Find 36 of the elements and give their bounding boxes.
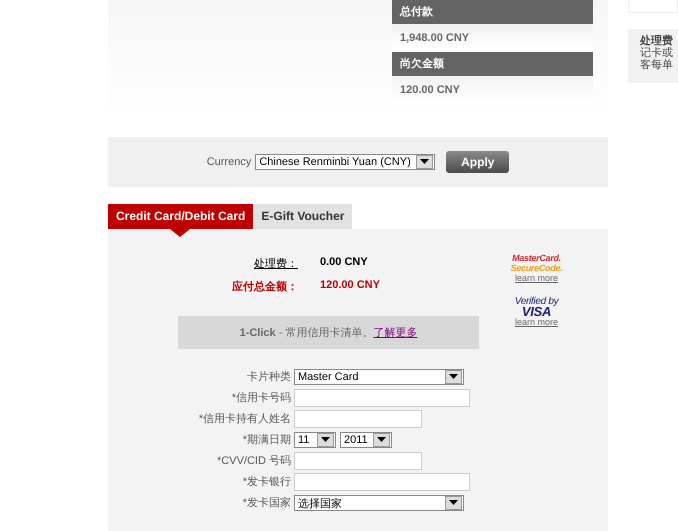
- card-select[interactable]: Master Card: [294, 369, 464, 385]
- field-label: *信用卡持有人姓名: [198, 412, 291, 427]
- side-text: 记卡或: [640, 47, 674, 59]
- field-label: *发卡银行: [242, 475, 291, 490]
- fee-value: 120.00 CNY: [320, 279, 381, 293]
- securecode-logo: MasterCard. SecureCode.: [510, 253, 562, 273]
- currency-select[interactable]: Chinese Renminbi Yuan (CNY): [255, 154, 436, 170]
- verified-logo: Verified by VISA: [514, 297, 558, 317]
- learn-more-link[interactable]: learn more: [514, 273, 558, 283]
- summary-value: 1,948.00 CNY: [392, 24, 593, 52]
- input-field[interactable]: [294, 410, 422, 428]
- payment-tab[interactable]: E-Gift Voucher: [253, 204, 352, 229]
- apply-button[interactable]: Apply: [446, 151, 510, 173]
- field-label: *CVV/CID 号码: [217, 454, 291, 469]
- summary-heading: 尚欠金额: [392, 52, 593, 76]
- tab-pointer-icon: [170, 229, 190, 237]
- field-label: 卡片种类: [247, 370, 291, 385]
- summary-heading: 总付款: [392, 0, 593, 24]
- one-click-text: 1-Click - 常用信用卡清单。: [240, 326, 374, 340]
- learn-more-link[interactable]: learn more: [514, 317, 558, 327]
- learn-more-link[interactable]: 了解更多: [373, 325, 418, 340]
- year-select[interactable]: 2011: [340, 432, 392, 448]
- fee-label: 处理费：: [254, 257, 298, 271]
- fee-label: 应付总金额：: [232, 280, 298, 294]
- side-text: 客每单: [640, 59, 674, 71]
- month-select[interactable]: 11: [294, 432, 336, 448]
- input-field[interactable]: [294, 473, 470, 491]
- input-field[interactable]: [294, 452, 422, 470]
- fee-value: 0.00 CNY: [320, 256, 369, 270]
- side-title: 处理费: [640, 35, 674, 47]
- field-label: *发卡国家: [242, 496, 291, 511]
- currency-label: Currency: [206, 156, 252, 168]
- input-field[interactable]: [294, 389, 470, 407]
- field-label: *信用卡号码: [232, 391, 291, 406]
- card-select[interactable]: 选择国家: [294, 495, 464, 511]
- field-label: *期满日期: [242, 433, 291, 448]
